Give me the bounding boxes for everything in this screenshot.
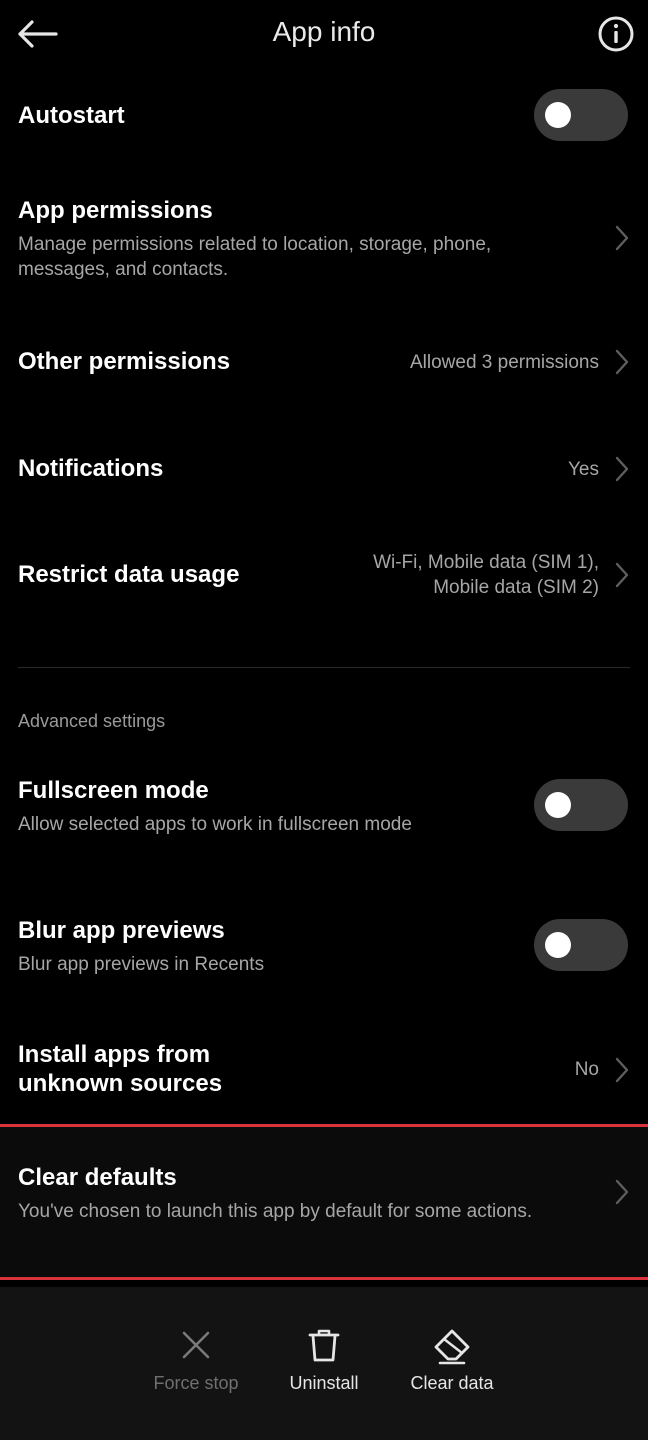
unknown-sources-row[interactable]: Install apps from unknown sources No bbox=[0, 1040, 648, 1102]
uninstall-button[interactable]: Uninstall bbox=[259, 1325, 389, 1394]
unknown-sources-value: No bbox=[574, 1059, 599, 1080]
app-permissions-title: App permissions bbox=[18, 197, 213, 224]
toggle-knob bbox=[545, 932, 571, 958]
advanced-settings-label: Advanced settings bbox=[18, 711, 166, 731]
eraser-icon bbox=[434, 1329, 470, 1365]
toggle-knob bbox=[545, 792, 571, 818]
app-permissions-subtitle: Manage permissions related to location, … bbox=[18, 234, 492, 255]
fullscreen-mode-title: Fullscreen mode bbox=[18, 777, 209, 804]
close-icon bbox=[182, 1331, 210, 1359]
clear-defaults-subtitle: You've chosen to launch this app by defa… bbox=[18, 1201, 533, 1222]
chevron-right-icon bbox=[615, 456, 629, 482]
other-permissions-value: Allowed 3 permissions bbox=[409, 352, 599, 373]
info-button[interactable] bbox=[596, 14, 636, 54]
blur-app-previews-subtitle: Blur app previews in Recents bbox=[18, 954, 265, 975]
clear-defaults-row[interactable]: Clear defaults You've chosen to launch t… bbox=[0, 1162, 648, 1230]
notifications-value: Yes bbox=[568, 459, 599, 480]
chevron-right-icon bbox=[615, 1057, 629, 1083]
clear-defaults-title: Clear defaults bbox=[18, 1164, 177, 1191]
app-permissions-row[interactable]: App permissions Manage permissions relat… bbox=[0, 192, 648, 288]
clear-data-label: Clear data bbox=[410, 1373, 494, 1393]
unknown-sources-title: unknown sources bbox=[18, 1070, 223, 1097]
blur-app-previews-title: Blur app previews bbox=[18, 917, 225, 944]
clear-data-button[interactable]: Clear data bbox=[387, 1325, 517, 1394]
chevron-right-icon bbox=[615, 562, 629, 588]
force-stop-button[interactable]: Force stop bbox=[131, 1325, 261, 1394]
info-icon bbox=[598, 16, 634, 52]
unknown-sources-title: Install apps from bbox=[18, 1041, 211, 1068]
bottom-action-bar: Force stop Uninstall Clear data bbox=[0, 1287, 648, 1440]
notifications-title: Notifications bbox=[18, 455, 164, 482]
autostart-toggle[interactable] bbox=[534, 89, 628, 141]
fullscreen-mode-toggle[interactable] bbox=[534, 779, 628, 831]
chevron-right-icon bbox=[615, 1179, 629, 1205]
autostart-row[interactable]: Autostart bbox=[0, 86, 648, 148]
trash-icon bbox=[308, 1329, 340, 1362]
toggle-knob bbox=[545, 102, 571, 128]
fullscreen-mode-row[interactable]: Fullscreen mode Allow selected apps to w… bbox=[0, 774, 648, 838]
section-divider bbox=[18, 667, 630, 668]
fullscreen-mode-subtitle: Allow selected apps to work in fullscree… bbox=[18, 814, 412, 835]
uninstall-label: Uninstall bbox=[289, 1373, 359, 1393]
page-title: App info bbox=[272, 16, 376, 47]
top-bar: App info bbox=[0, 0, 648, 70]
notifications-row[interactable]: Notifications Yes bbox=[0, 443, 648, 495]
chevron-right-icon bbox=[615, 225, 629, 251]
restrict-data-usage-title: Restrict data usage bbox=[18, 561, 240, 588]
autostart-title: Autostart bbox=[18, 102, 125, 129]
other-permissions-row[interactable]: Other permissions Allowed 3 permissions bbox=[0, 336, 648, 388]
blur-app-previews-toggle[interactable] bbox=[534, 919, 628, 971]
restrict-data-usage-value: Mobile data (SIM 2) bbox=[433, 577, 599, 598]
restrict-data-usage-value: Wi-Fi, Mobile data (SIM 1), bbox=[373, 552, 599, 573]
blur-app-previews-row[interactable]: Blur app previews Blur app previews in R… bbox=[0, 914, 648, 978]
other-permissions-title: Other permissions bbox=[18, 348, 231, 375]
chevron-right-icon bbox=[615, 349, 629, 375]
force-stop-label: Force stop bbox=[153, 1373, 239, 1393]
app-permissions-subtitle: messages, and contacts. bbox=[18, 259, 229, 280]
restrict-data-usage-row[interactable]: Restrict data usage Wi-Fi, Mobile data (… bbox=[0, 546, 648, 606]
